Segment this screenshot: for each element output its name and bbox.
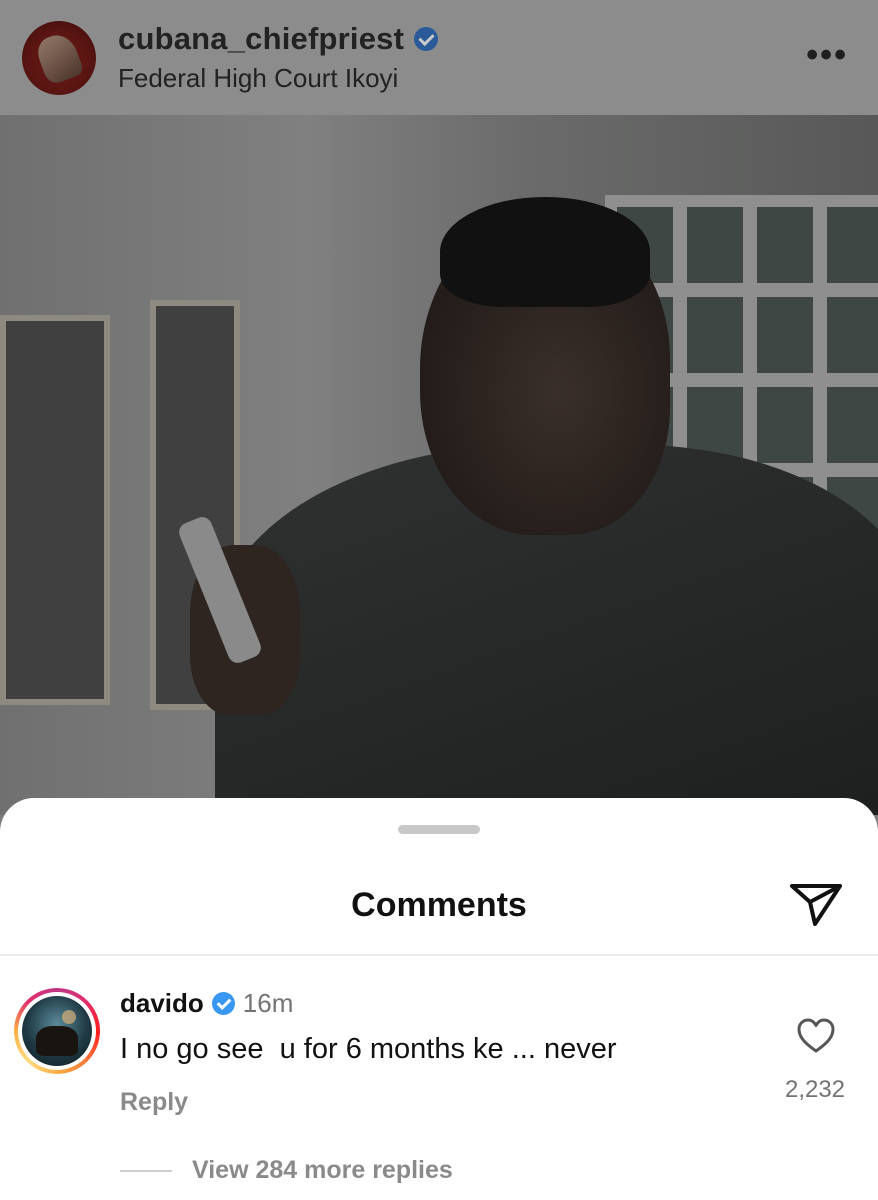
- comment-timestamp: 16m: [242, 988, 294, 1018]
- comment-header: davido 16m: [120, 988, 293, 1019]
- avatar-image: [22, 996, 92, 1066]
- verified-badge-icon: [211, 992, 235, 1015]
- post-author-avatar[interactable]: [22, 20, 96, 95]
- view-replies-button[interactable]: View 284 more replies: [192, 1156, 453, 1185]
- send-icon[interactable]: [788, 882, 844, 928]
- comment-text: I no go see u for 6 months ke ... never: [120, 1033, 617, 1065]
- username-row: cubana_chiefpriest: [118, 21, 439, 57]
- like-count: 2,232: [784, 1076, 846, 1103]
- post-photo[interactable]: [0, 115, 878, 815]
- post-username[interactable]: cubana_chiefpriest: [118, 21, 404, 57]
- more-horizontal-icon[interactable]: •••: [806, 38, 848, 72]
- sheet-divider: [0, 954, 878, 956]
- post-header: cubana_chiefpriest Federal High Court Ik…: [0, 0, 878, 115]
- comments-sheet: Comments davido 16m I no go see u for 6 …: [0, 798, 878, 1200]
- verified-badge-icon: [414, 27, 439, 51]
- heart-icon[interactable]: [797, 1018, 835, 1054]
- post-header-text: cubana_chiefpriest Federal High Court Ik…: [118, 21, 439, 94]
- comment-author-avatar[interactable]: [14, 988, 100, 1074]
- wall-mirror-left: [0, 315, 110, 705]
- avatar-figure: [33, 29, 85, 86]
- person-hair: [440, 197, 650, 307]
- comment-username[interactable]: davido: [120, 988, 204, 1019]
- sheet-drag-handle[interactable]: [398, 825, 480, 834]
- post-location[interactable]: Federal High Court Ikoyi: [118, 63, 438, 94]
- reply-button[interactable]: Reply: [120, 1088, 188, 1117]
- replies-line: [120, 1170, 172, 1172]
- sheet-title: Comments: [351, 886, 527, 924]
